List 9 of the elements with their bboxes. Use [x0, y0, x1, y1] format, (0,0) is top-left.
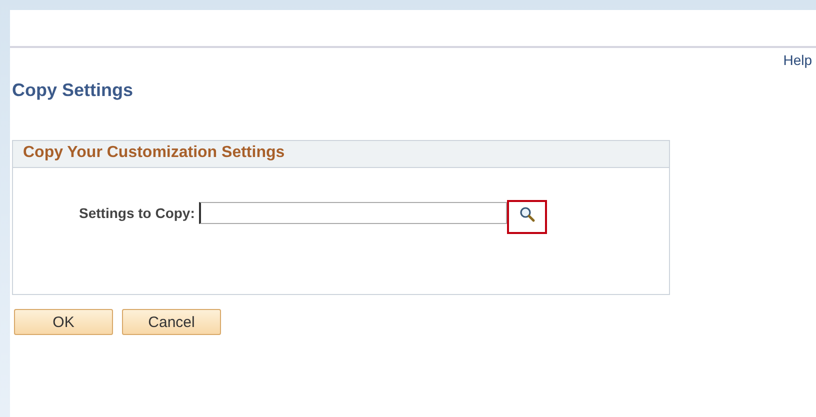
action-button[interactable]: OK: [14, 309, 113, 335]
panel-header: Copy Your Customization Settings: [13, 141, 669, 168]
action-button[interactable]: Cancel: [122, 309, 221, 335]
field-label: Settings to Copy:: [79, 205, 195, 221]
lookup-button[interactable]: [506, 200, 547, 234]
search-icon: [518, 206, 535, 222]
page-title: Copy Settings: [12, 80, 134, 101]
help-link[interactable]: Help: [783, 52, 812, 72]
settings-input-field[interactable]: [198, 202, 507, 224]
